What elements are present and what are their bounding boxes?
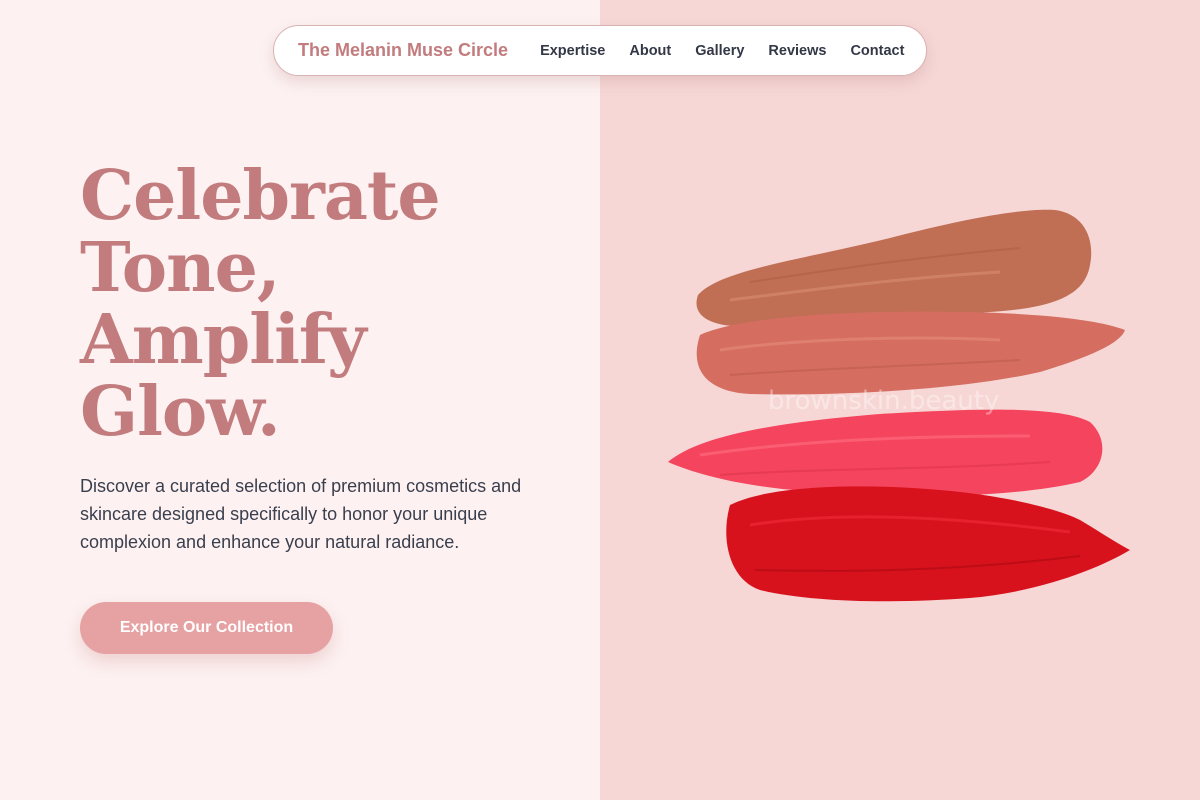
brand-logo-link[interactable]: The Melanin Muse Circle: [298, 40, 508, 61]
nav-link-reviews[interactable]: Reviews: [768, 43, 826, 59]
nav-link-about[interactable]: About: [629, 43, 671, 59]
nav-link-contact[interactable]: Contact: [850, 43, 904, 59]
hero-title-line: Glow.: [80, 372, 281, 452]
image-watermark: brownskin.beauty: [768, 386, 1000, 416]
hero-title-line: Celebrate: [80, 156, 441, 236]
hero-image-panel: brownskin.beauty: [600, 0, 1200, 800]
hero-title: Celebrate Tone, Amplify Glow.: [80, 160, 560, 448]
nav-link-gallery[interactable]: Gallery: [695, 43, 744, 59]
hero-title-line: Amplify: [80, 300, 367, 380]
top-navbar: The Melanin Muse Circle Expertise About …: [273, 25, 927, 76]
hero-description: Discover a curated selection of premium …: [80, 476, 522, 552]
nav-link-expertise[interactable]: Expertise: [540, 43, 605, 59]
hero-title-line: Tone,: [80, 228, 281, 308]
explore-collection-button[interactable]: Explore Our Collection: [80, 602, 333, 654]
nav-links: Expertise About Gallery Reviews Contact: [540, 43, 904, 59]
